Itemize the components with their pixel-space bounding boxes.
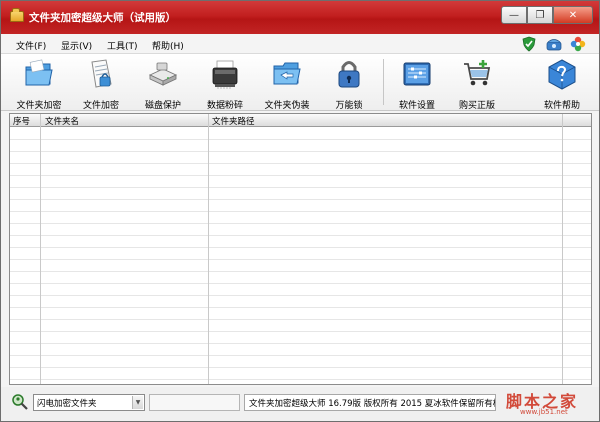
status-bar: 闪电加密文件夹 ▼ 文件夹加密超级大师 16.79版 版权所有 2015 夏冰软… [1,387,599,421]
menu-file[interactable]: 文件(F) [16,39,46,52]
settings-panel-icon [403,62,431,86]
menu-help[interactable]: 帮助(H) [152,39,184,52]
window-title: 文件夹加密超级大师（试用版） [29,12,176,24]
watermark: 脚本之家 www.jb51.net [506,387,598,419]
shopping-cart-icon [464,60,491,86]
tool-settings[interactable]: 软件设置 [387,58,447,111]
colorful-flower-icon[interactable] [570,36,586,52]
toolbar: 文件夹加密 文件加密 磁盘保护 数据粉碎 文件夹伪装 万能锁 软件设置 购买正版… [1,54,599,111]
restore-button[interactable]: ❐ [527,6,553,24]
chevron-down-icon[interactable]: ▼ [132,396,143,409]
tool-universal-lock[interactable]: 万能锁 [319,58,379,111]
encrypt-mode-select[interactable]: 闪电加密文件夹 ▼ [33,394,145,411]
document-lock-icon [91,59,112,88]
tool-disk-protect[interactable]: 磁盘保护 [133,58,193,111]
tool-folder-encrypt[interactable]: 文件夹加密 [9,58,69,111]
window-controls: — ❐ ✕ [501,6,593,24]
encrypt-mode-value: 闪电加密文件夹 [37,399,97,409]
column-header-folder-name[interactable]: 文件夹名 [45,115,79,127]
menu-tools[interactable]: 工具(T) [107,39,138,52]
shredder-icon [212,60,238,89]
column-divider [208,114,209,384]
status-empty-panel [149,394,240,411]
tool-label: 万能锁 [335,101,363,111]
status-copyright-text: 文件夹加密超级大师 16.79版 版权所有 2015 夏冰软件保留所有权利。 [244,394,496,411]
minimize-button[interactable]: — [501,6,527,24]
phone-icon[interactable] [546,36,562,52]
help-cube-icon [548,59,576,90]
column-header-folder-path[interactable]: 文件夹路径 [212,115,255,127]
column-divider [40,114,41,384]
column-divider [562,114,563,384]
title-bar[interactable]: 文件夹加密超级大师（试用版） — ❐ ✕ [1,1,599,34]
blue-folder-icon [25,59,53,86]
tool-help[interactable]: 软件帮助 [532,58,592,111]
disk-drive-icon [148,62,178,86]
tool-folder-disguise[interactable]: 文件夹伪装 [257,58,317,111]
tool-data-shred[interactable]: 数据粉碎 [195,58,255,111]
folder-disguise-icon [273,62,301,85]
column-header-index[interactable]: 序号 [13,115,30,127]
close-button[interactable]: ✕ [553,6,593,24]
watermark-url: www.jb51.net [520,408,568,416]
shield-check-icon[interactable] [521,36,537,52]
table-header: 序号 文件夹名 文件夹路径 [10,114,591,127]
table-body[interactable] [10,128,591,384]
tool-file-encrypt[interactable]: 文件加密 [71,58,131,111]
folder-app-icon [10,8,24,22]
padlock-icon [338,61,360,88]
menu-view[interactable]: 显示(V) [61,39,92,52]
tool-label: 软件帮助 [543,101,580,111]
menu-bar: 文件(F) 显示(V) 工具(T) 帮助(H) [1,34,599,54]
magnifier-user-icon [12,394,28,410]
tool-label: 购买正版 [458,101,495,111]
app-window: 文件夹加密超级大师（试用版） — ❐ ✕ 文件(F) 显示(V) 工具(T) 帮… [0,0,600,422]
folder-table[interactable]: 序号 文件夹名 文件夹路径 [9,113,592,385]
tool-buy[interactable]: 购买正版 [447,58,507,111]
